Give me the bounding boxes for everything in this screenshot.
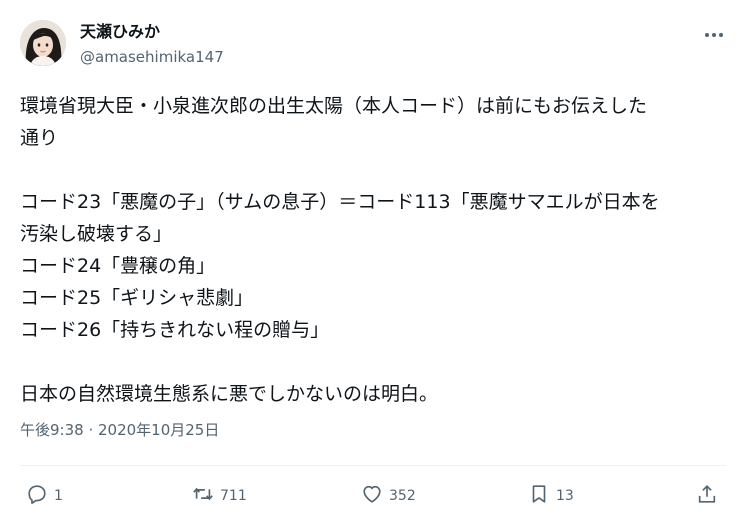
retweet-count: 711: [220, 488, 247, 504]
bookmark-button[interactable]: 13: [528, 482, 574, 510]
more-options-button[interactable]: [700, 22, 728, 42]
tweet-text-line: コード25「ギリシャ悲劇」: [20, 287, 254, 309]
tweet-timestamp[interactable]: 午後9:38 · 2020年10月25日: [20, 420, 219, 440]
heart-icon: [361, 483, 383, 509]
tweet-text-line: コード24「豊穣の角」: [20, 255, 216, 277]
share-button[interactable]: [696, 482, 718, 510]
tweet-text-line: 通り: [20, 127, 59, 149]
retweet-icon: [192, 483, 214, 509]
divider: [20, 465, 726, 466]
author-display-name[interactable]: 天瀬ひみか: [80, 22, 160, 42]
retweet-button[interactable]: 711: [192, 482, 247, 510]
bookmark-count: 13: [556, 488, 574, 504]
tweet-text: 環境省現大臣・小泉進次郎の出生太陽（本人コード）は前にもお伝えした 通り コード…: [20, 90, 725, 410]
more-horizontal-icon: [704, 23, 724, 42]
author-handle[interactable]: @amasehimika147: [80, 47, 224, 67]
avatar[interactable]: [20, 20, 66, 66]
share-icon: [696, 483, 718, 509]
reply-icon: [26, 483, 48, 509]
tweet-text-line: 環境省現大臣・小泉進次郎の出生太陽（本人コード）は前にもお伝えした: [20, 95, 648, 117]
tweet-text-line: 日本の自然環境生態系に悪でしかないのは明白。: [20, 383, 439, 405]
like-count: 352: [389, 488, 416, 504]
tweet-text-line: コード26「持ちきれない程の贈与」: [20, 319, 330, 341]
action-bar: 1 711 352 13: [0, 482, 744, 510]
tweet-text-line: 汚染し破壊する」: [20, 223, 173, 245]
reply-count: 1: [54, 488, 63, 504]
tweet-card: 天瀬ひみか @amasehimika147 環境省現大臣・小泉進次郎の出生太陽（…: [0, 0, 744, 529]
bookmark-icon: [528, 483, 550, 509]
tweet-text-line: コード23「悪魔の子」（サムの息子）＝コード113「悪魔サマエルが日本を: [20, 191, 660, 213]
like-button[interactable]: 352: [361, 482, 416, 510]
reply-button[interactable]: 1: [26, 482, 63, 510]
